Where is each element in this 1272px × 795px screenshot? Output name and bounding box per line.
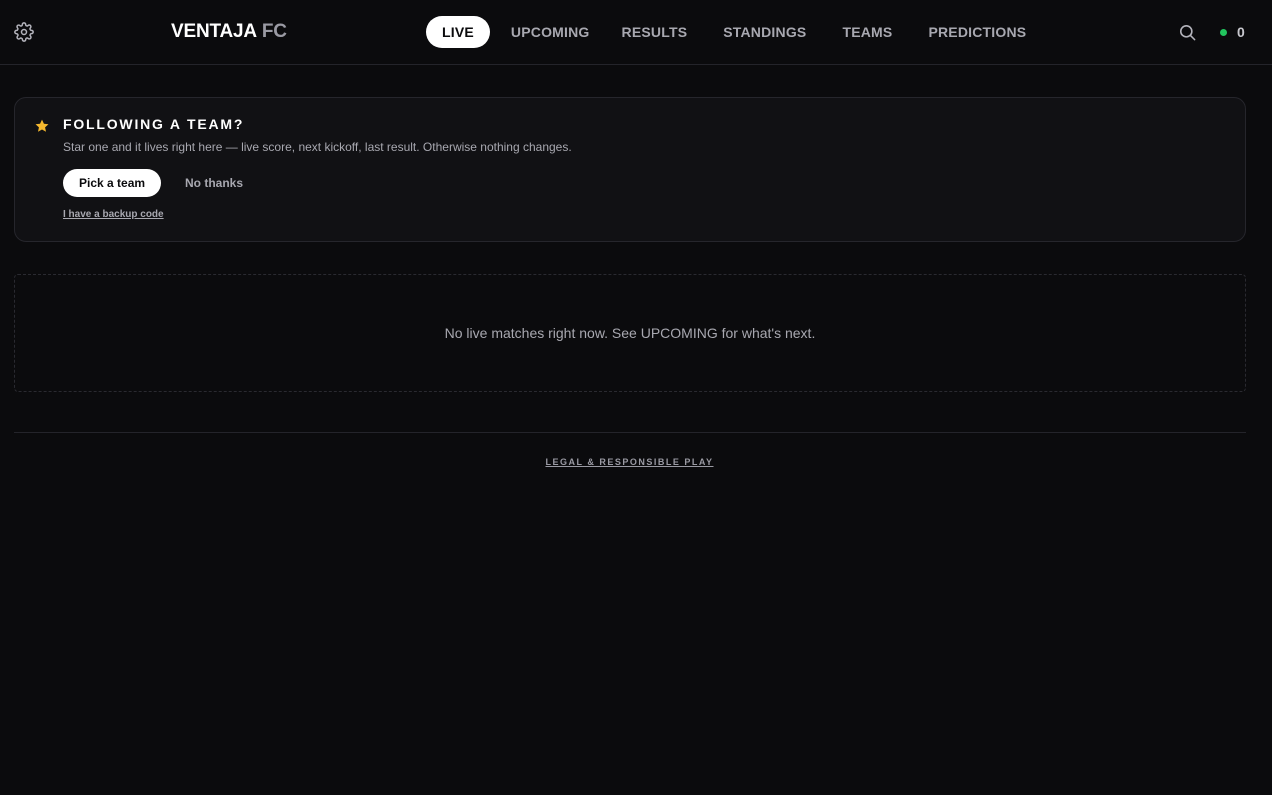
follow-card-description: Star one and it lives right here — live … [63, 140, 572, 154]
live-status[interactable]: 0 [1220, 23, 1245, 41]
tab-upcoming[interactable]: UPCOMING [495, 16, 606, 48]
logo-accent-text: FC [261, 21, 287, 42]
pick-team-button[interactable]: Pick a team [63, 169, 162, 197]
status-dot-icon [1220, 28, 1227, 36]
tab-predictions[interactable]: PREDICTIONS [912, 16, 1042, 48]
main-nav: LIVE UPCOMING RESULTS STANDINGS TEAMS PR… [426, 16, 1042, 48]
backup-code-link[interactable]: I have a backup code [63, 209, 164, 220]
tab-standings[interactable]: STANDINGS [707, 16, 822, 48]
tab-results[interactable]: RESULTS [606, 16, 704, 48]
live-count: 0 [1237, 24, 1245, 40]
tab-live[interactable]: LIVE [426, 16, 490, 48]
settings-button[interactable] [13, 21, 35, 43]
empty-state-message: No live matches right now. See UPCOMING … [444, 325, 816, 341]
logo-main-text: VENTAJA [171, 21, 257, 42]
gear-icon [14, 22, 34, 42]
search-button[interactable] [1178, 23, 1197, 42]
star-icon [35, 119, 49, 132]
live-matches-empty-state: No live matches right now. See UPCOMING … [14, 274, 1246, 392]
follow-team-card: FOLLOWING A TEAM? Star one and it lives … [14, 97, 1246, 242]
footer-divider [14, 432, 1246, 433]
search-icon [1179, 24, 1196, 41]
tab-teams[interactable]: TEAMS [826, 16, 908, 48]
top-bar: VENTAJA FC LIVE UPCOMING RESULTS STANDING… [0, 0, 1272, 65]
no-thanks-button[interactable]: No thanks [185, 169, 243, 197]
follow-card-title: FOLLOWING A TEAM? [63, 116, 245, 132]
brand-logo[interactable]: VENTAJA FC [171, 20, 287, 44]
legal-link[interactable]: LEGAL & RESPONSIBLE PLAY [0, 457, 1259, 467]
